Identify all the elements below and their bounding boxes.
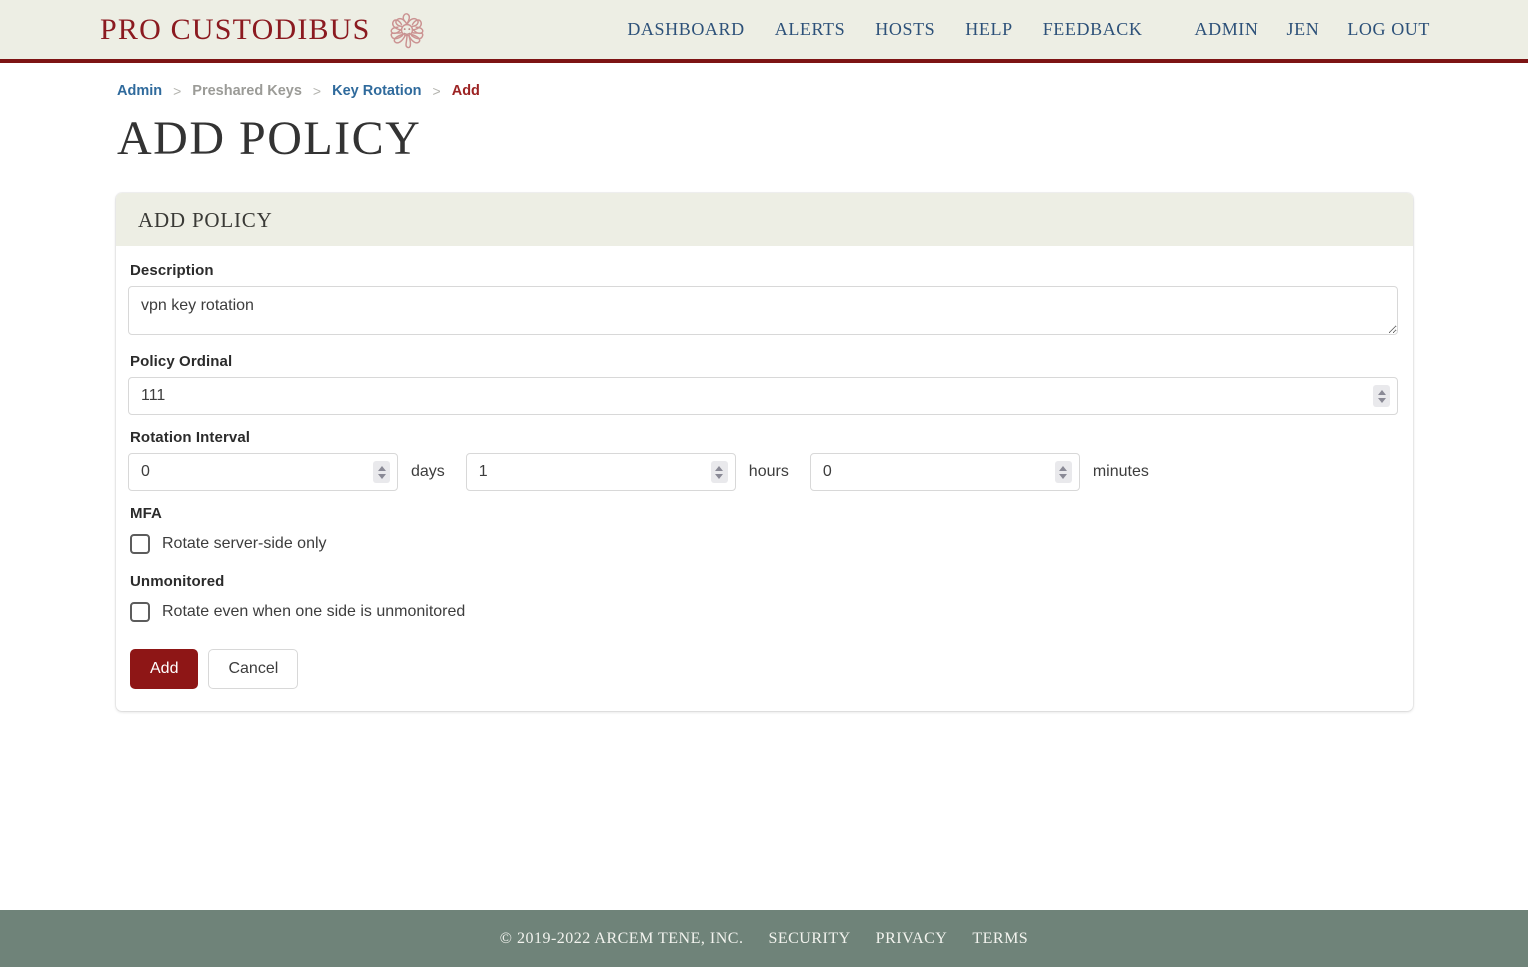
copyright-text: © 2019-2022 ARCEM TENE, INC. bbox=[499, 929, 744, 947]
policy-ordinal-input[interactable] bbox=[128, 377, 1398, 415]
nav-link-help[interactable]: HELP bbox=[965, 19, 1012, 40]
description-input[interactable] bbox=[128, 286, 1398, 335]
cancel-button[interactable]: Cancel bbox=[208, 649, 299, 689]
rotation-minutes-input[interactable] bbox=[809, 453, 1080, 491]
card-header-title: ADD POLICY bbox=[116, 193, 1413, 246]
mfa-checkbox[interactable] bbox=[130, 534, 150, 554]
chevron-down-icon bbox=[715, 473, 724, 479]
unmonitored-checkbox[interactable] bbox=[130, 602, 150, 622]
unmonitored-checkbox-row: Rotate even when one side is unmonitored bbox=[130, 597, 1397, 627]
site-footer: © 2019-2022 ARCEM TENE, INC. SECURITY PR… bbox=[0, 910, 1528, 967]
main-navigation: DASHBOARD ALERTS HOSTS HELP FEEDBACK ADM… bbox=[627, 19, 1430, 40]
chevron-down-icon bbox=[1059, 473, 1068, 479]
nav-link-dashboard[interactable]: DASHBOARD bbox=[627, 19, 744, 40]
rotation-interval-row: days hours minutes bbox=[128, 453, 1397, 491]
add-policy-card: ADD POLICY Description Policy Ordinal Ro… bbox=[116, 193, 1413, 711]
rotation-minutes-stepper[interactable] bbox=[1054, 461, 1072, 483]
rotation-hours-input[interactable] bbox=[465, 453, 736, 491]
nav-link-log-out[interactable]: LOG OUT bbox=[1347, 19, 1430, 40]
rotation-interval-label: Rotation Interval bbox=[130, 429, 251, 446]
breadcrumb-separator: > bbox=[312, 83, 322, 99]
medusa-emblem-icon bbox=[384, 7, 430, 53]
breadcrumb-item-preshared-keys: Preshared Keys bbox=[192, 83, 302, 99]
rotation-days-stepper[interactable] bbox=[373, 461, 390, 483]
rotation-hours-wrap bbox=[465, 453, 736, 491]
rotation-days-input[interactable] bbox=[128, 453, 398, 491]
mfa-checkbox-label[interactable]: Rotate server-side only bbox=[162, 535, 327, 553]
form-actions: Add Cancel bbox=[130, 649, 1397, 689]
unmonitored-label: Unmonitored bbox=[130, 573, 225, 590]
description-label: Description bbox=[130, 262, 214, 279]
nav-group-secondary: ADMIN JEN LOG OUT bbox=[1195, 19, 1431, 40]
rotation-minutes-unit: minutes bbox=[1092, 463, 1149, 480]
breadcrumb-separator: > bbox=[432, 83, 441, 99]
chevron-up-icon bbox=[1059, 465, 1068, 471]
breadcrumb-separator: > bbox=[173, 83, 182, 99]
rotation-hours-stepper[interactable] bbox=[710, 461, 728, 483]
nav-group-primary: DASHBOARD ALERTS HOSTS HELP FEEDBACK bbox=[627, 19, 1142, 40]
rotation-days-wrap bbox=[128, 453, 398, 491]
chevron-up-icon bbox=[715, 465, 724, 471]
nav-link-feedback[interactable]: FEEDBACK bbox=[1043, 19, 1143, 40]
footer-link-terms[interactable]: TERMS bbox=[972, 930, 1028, 948]
rotation-days-unit: days bbox=[411, 463, 445, 480]
breadcrumb-item-add: Add bbox=[451, 83, 480, 99]
breadcrumb-item-admin[interactable]: Admin bbox=[117, 83, 162, 99]
mfa-checkbox-row: Rotate server-side only bbox=[130, 529, 1397, 559]
policy-ordinal-wrap bbox=[128, 377, 1398, 415]
brand-name: PRO CUSTODIBUS bbox=[100, 12, 371, 46]
nav-link-hosts[interactable]: HOSTS bbox=[875, 19, 935, 40]
mfa-label: MFA bbox=[130, 505, 162, 522]
unmonitored-checkbox-label[interactable]: Rotate even when one side is unmonitored bbox=[162, 603, 465, 621]
nav-link-admin[interactable]: ADMIN bbox=[1195, 19, 1259, 40]
breadcrumb-item-key-rotation[interactable]: Key Rotation bbox=[332, 83, 421, 99]
footer-link-security[interactable]: SECURITY bbox=[768, 930, 850, 948]
policy-ordinal-label: Policy Ordinal bbox=[130, 353, 233, 370]
rotation-hours-unit: hours bbox=[748, 463, 789, 480]
page-title: ADD POLICY bbox=[117, 112, 422, 165]
add-button[interactable]: Add bbox=[130, 649, 199, 689]
chevron-up-icon bbox=[377, 465, 386, 471]
rotation-minutes-wrap bbox=[809, 453, 1080, 491]
brand-logo-link[interactable]: PRO CUSTODIBUS bbox=[100, 7, 430, 53]
chevron-up-icon bbox=[1377, 389, 1386, 395]
nav-link-alerts[interactable]: ALERTS bbox=[775, 19, 846, 40]
add-policy-form: Description Policy Ordinal Rotation Inte… bbox=[116, 246, 1413, 711]
footer-link-privacy[interactable]: PRIVACY bbox=[876, 930, 948, 948]
breadcrumb: Admin > Preshared Keys > Key Rotation > … bbox=[0, 63, 1528, 99]
nav-link-user[interactable]: JEN bbox=[1287, 19, 1320, 40]
site-header: PRO CUSTODIBUS DASHBOARD ALERTS HOSTS HE… bbox=[0, 0, 1528, 63]
chevron-down-icon bbox=[377, 473, 386, 479]
policy-ordinal-stepper[interactable] bbox=[1373, 385, 1390, 407]
chevron-down-icon bbox=[1377, 397, 1386, 403]
